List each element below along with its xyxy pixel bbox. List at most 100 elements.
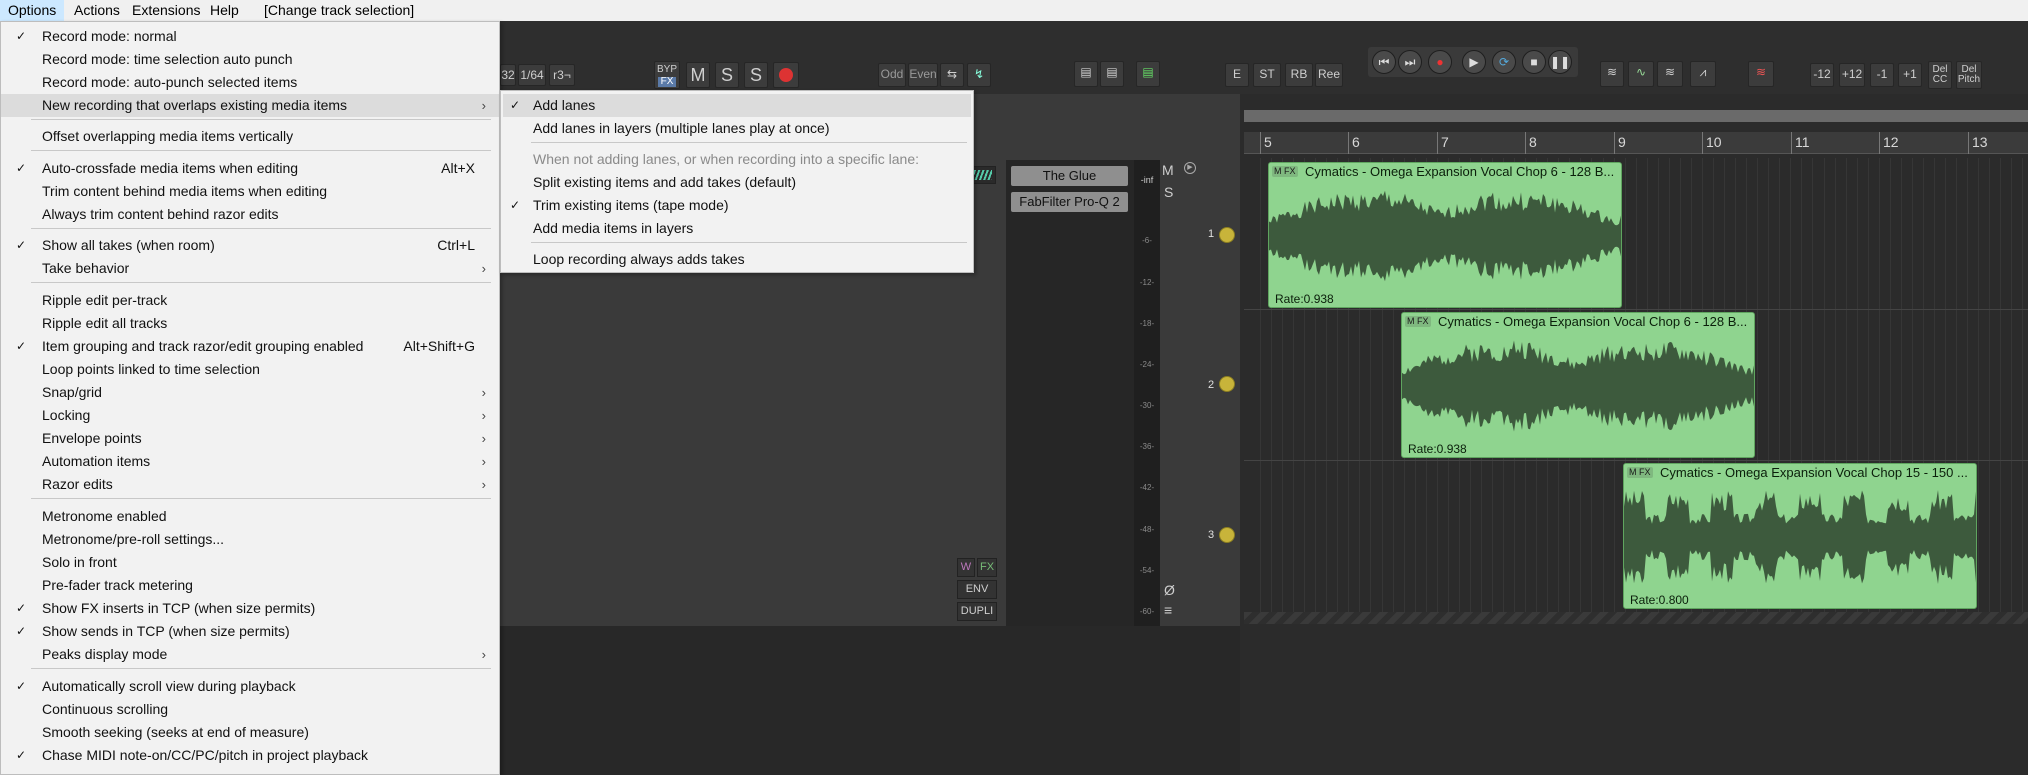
phase-icon[interactable]: Ø [1164, 582, 1175, 598]
options-menu-item[interactable]: ✓ Record mode: normal [1, 25, 499, 48]
wave-edit-icon-1[interactable]: ≋ [1600, 61, 1624, 87]
play-icon[interactable]: ▶ [1462, 50, 1486, 74]
fx-insert-the-glue[interactable]: The Glue [1011, 166, 1128, 186]
options-menu-item[interactable]: ✓ Show sends in TCP (when size permits) [1, 620, 499, 643]
ree-button[interactable]: Ree [1315, 63, 1343, 87]
lane-knob[interactable] [1219, 527, 1235, 543]
options-menu-item[interactable]: Metronome/pre-roll settings... [1, 528, 499, 551]
options-menu-item[interactable]: Loop points linked to time selection [1, 358, 499, 381]
solo2-button[interactable]: S [744, 62, 768, 88]
arrows-icon[interactable]: ⇆ [940, 63, 964, 87]
env-button[interactable]: ENV [957, 580, 997, 599]
track-solo-button[interactable]: S [1164, 184, 1173, 200]
menu-help[interactable]: Help [202, 0, 247, 21]
options-menu-item[interactable]: Solo in front [1, 551, 499, 574]
grid-32-button[interactable]: 32 [500, 64, 516, 86]
submenu-item[interactable]: ✓ Add lanes [503, 94, 971, 117]
options-menu-item[interactable]: ✓ Chase MIDI note-on/CC/PC/pitch in proje… [1, 744, 499, 767]
track-mute-button[interactable]: M [1162, 162, 1174, 178]
options-menu-item[interactable]: Pre-fader track metering [1, 574, 499, 597]
skip-back-icon[interactable]: ⏮ [1372, 50, 1396, 74]
del-pitch-button[interactable]: Del Pitch [1956, 61, 1982, 89]
options-menu-item[interactable]: Ripple edit all tracks [1, 312, 499, 335]
options-menu-item[interactable]: Take behavior › [1, 257, 499, 280]
media-item-mfx-badge[interactable]: M FX [1627, 467, 1653, 478]
submenu-item[interactable]: Add media items in layers [503, 217, 971, 240]
menu-options[interactable]: Options [0, 0, 65, 21]
options-menu-item[interactable]: Envelope points › [1, 427, 499, 450]
options-menu-item[interactable]: ✓ Auto-crossfade media items when editing… [1, 157, 499, 180]
w-button[interactable]: W [957, 558, 975, 577]
options-menu-item[interactable]: Record mode: auto-punch selected items [1, 71, 499, 94]
stop-icon[interactable]: ■ [1522, 50, 1546, 74]
menu-extensions[interactable]: Extensions [124, 0, 208, 21]
loop-icon[interactable]: ⟳ [1492, 50, 1516, 74]
options-menu-item[interactable]: Smooth seeking (seeks at end of measure) [1, 721, 499, 744]
media-item[interactable]: Cymatics - Omega Expansion Vocal Chop 15… [1623, 463, 1977, 609]
grid-triplet-button[interactable]: r3¬ [549, 64, 575, 86]
wave-edit-icon-4[interactable]: ⩘ [1690, 61, 1716, 87]
tracks-icon-1[interactable]: ▤ [1074, 61, 1098, 87]
submenu-item[interactable]: Add lanes in layers (multiple lanes play… [503, 117, 971, 140]
even-button[interactable]: Even [908, 63, 938, 87]
options-menu-item[interactable]: Record mode: time selection auto punch [1, 48, 499, 71]
wave-edit-icon-3[interactable]: ≋ [1657, 61, 1683, 87]
pause-icon[interactable]: ❚❚ [1548, 50, 1572, 74]
record-arm-button[interactable] [773, 62, 799, 88]
e-button[interactable]: E [1225, 63, 1249, 87]
submenu-item[interactable]: Loop recording always adds takes [503, 248, 971, 271]
wave-tool-icon[interactable]: ↯ [967, 63, 991, 87]
options-menu-item[interactable]: Razor edits › [1, 473, 499, 496]
timeline-ruler[interactable]: 5 6 7 8 9 10 11 12 13 [1244, 132, 2028, 154]
skip-forward-icon[interactable]: ⏭ [1398, 50, 1422, 74]
options-menu-item[interactable]: Offset overlapping media items verticall… [1, 125, 499, 148]
options-menu-item[interactable]: ✓ Item grouping and track razor/edit grou… [1, 335, 499, 358]
pitch-minus12-button[interactable]: -12 [1810, 63, 1834, 87]
menu-actions[interactable]: Actions [66, 0, 128, 21]
record-icon[interactable]: ● [1428, 50, 1452, 74]
options-menu-item[interactable]: ✓ Show all takes (when room) Ctrl+L [1, 234, 499, 257]
options-menu-item[interactable]: ✓ Automatically scroll view during playba… [1, 675, 499, 698]
mute-button[interactable]: M [686, 62, 710, 88]
fx-button[interactable]: FX [977, 558, 997, 577]
media-item-mfx-badge[interactable]: M FX [1272, 166, 1298, 177]
solo-button[interactable]: S [715, 62, 739, 88]
lane-knob[interactable] [1219, 376, 1235, 392]
submenu-item[interactable]: Split existing items and add takes (defa… [503, 171, 971, 194]
pitch-plus12-button[interactable]: +12 [1839, 63, 1865, 87]
media-item[interactable]: Cymatics - Omega Expansion Vocal Chop 6 … [1401, 312, 1755, 458]
play-circle-icon[interactable]: ▶ [1184, 162, 1196, 174]
lane-knob[interactable] [1219, 227, 1235, 243]
options-menu-item[interactable]: Trim content behind media items when edi… [1, 180, 499, 203]
options-menu-item[interactable]: ✓ Show FX inserts in TCP (when size permi… [1, 597, 499, 620]
tracks-add-icon[interactable]: ▤ [1136, 61, 1160, 87]
options-menu-item[interactable]: Ripple edit per-track [1, 289, 499, 312]
timeline-strip[interactable] [1244, 110, 2028, 122]
options-menu-item[interactable]: Peaks display mode › [1, 643, 499, 666]
menu-change-track-selection[interactable]: [Change track selection] [256, 0, 422, 21]
options-menu-item[interactable]: New recording that overlaps existing med… [1, 94, 499, 117]
wave-edit-icon-5[interactable]: ≋ [1748, 61, 1774, 87]
options-menu-item[interactable]: Metronome enabled [1, 505, 499, 528]
fx-insert-fabfilter[interactable]: FabFilter Pro-Q 2 [1011, 192, 1128, 212]
options-menu-item[interactable]: Locking › [1, 404, 499, 427]
pitch-plus1-button[interactable]: +1 [1898, 63, 1922, 87]
st-button[interactable]: ST [1253, 63, 1281, 87]
grid-1-64-button[interactable]: 1/64 [518, 64, 546, 86]
options-menu-item[interactable]: Always trim content behind razor edits [1, 203, 499, 226]
bypass-fx-button[interactable]: BYP FX [654, 61, 680, 89]
pitch-minus1-button[interactable]: -1 [1870, 63, 1894, 87]
options-menu-item[interactable]: Snap/grid › [1, 381, 499, 404]
submenu-item[interactable]: ✓ Trim existing items (tape mode) [503, 194, 971, 217]
track-menu-icon[interactable]: ≡ [1164, 602, 1172, 618]
odd-button[interactable]: Odd [878, 63, 906, 87]
media-item[interactable]: Cymatics - Omega Expansion Vocal Chop 6 … [1268, 162, 1622, 308]
options-menu-item[interactable]: Continuous scrolling [1, 698, 499, 721]
del-cc-button[interactable]: Del CC [1928, 61, 1952, 89]
media-item-mfx-badge[interactable]: M FX [1405, 316, 1431, 327]
wave-edit-icon-2[interactable]: ∿ [1628, 61, 1654, 87]
tracks-icon-2[interactable]: ▤ [1100, 61, 1124, 87]
rb-button[interactable]: RB [1285, 63, 1313, 87]
dupli-button[interactable]: DUPLI [957, 602, 997, 621]
options-menu-item[interactable]: Automation items › [1, 450, 499, 473]
